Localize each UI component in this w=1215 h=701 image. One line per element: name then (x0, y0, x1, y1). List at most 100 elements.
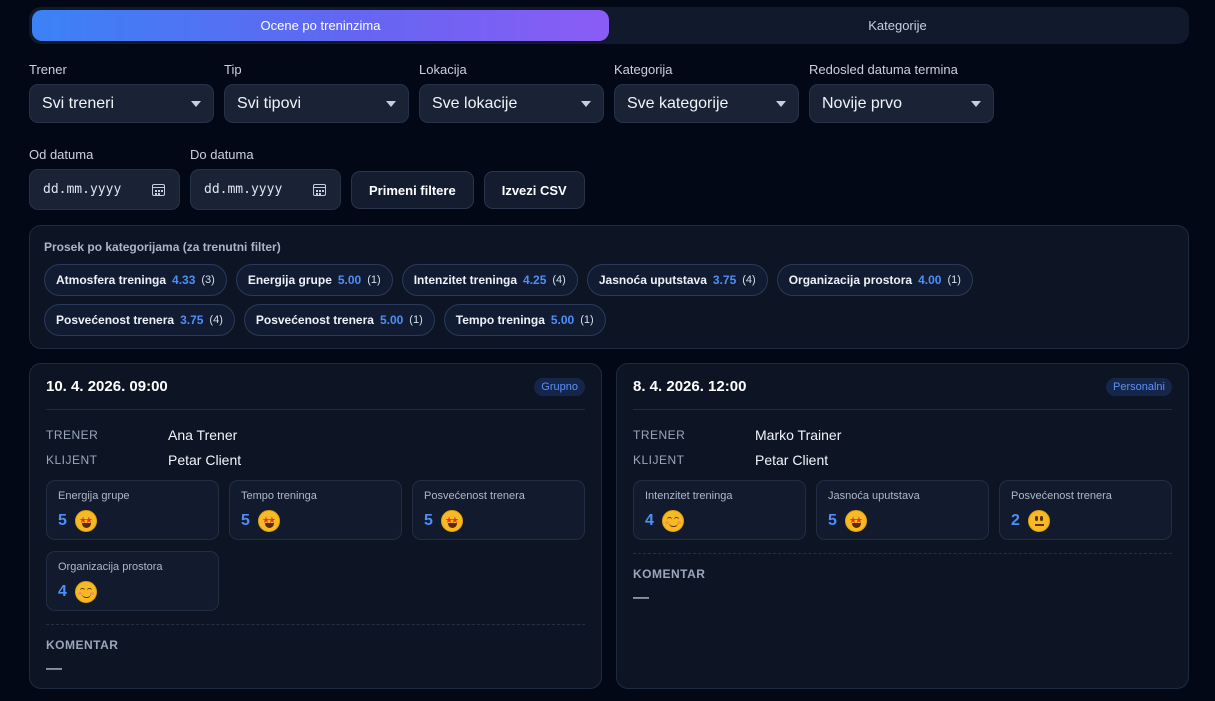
chip-average-score: 5.00 (337, 273, 362, 287)
calendar-icon[interactable] (313, 183, 326, 196)
filter-row: Trener Svi treneri Tip Svi tipovi Lokaci… (29, 62, 994, 123)
divider (633, 553, 1172, 554)
neutral-emoji-icon (1028, 510, 1050, 532)
page: Ocene po treninzima Kategorije Trener Sv… (0, 0, 1215, 701)
chip-rating-count: (4) (742, 274, 756, 286)
rating-score: 4 (58, 583, 67, 600)
divider (46, 624, 585, 625)
rating-category: Posvećenost trenera (424, 490, 525, 502)
rating-score: 2 (1011, 512, 1020, 529)
to-date-input[interactable]: dd.mm.yyyy (190, 169, 341, 210)
session-type-badge: Grupno (534, 377, 585, 396)
comment-text: — (633, 589, 649, 606)
chip-average-score: 4.00 (918, 273, 942, 287)
calendar-icon[interactable] (152, 183, 165, 196)
chip-rating-count: (1) (580, 314, 594, 326)
trainer-row: TRENER Marko Trainer (633, 422, 1172, 447)
location-select[interactable]: Sve lokacije (419, 84, 604, 123)
rating-tile: Organizacija prostora 4 (46, 551, 219, 611)
trainer-name: Marko Trainer (755, 426, 842, 443)
rating-tile: Posvećenost trenera 5 ★ ★ (412, 480, 585, 540)
type-filter-label: Tip (224, 62, 242, 77)
rating-tile: Intenzitet treninga 4 (633, 480, 806, 540)
category-average-chip: Tempo treninga 5.00 (1) (443, 304, 606, 336)
chip-rating-count: (1) (947, 274, 961, 286)
chip-average-score: 3.75 (712, 273, 737, 287)
trainer-row: TRENER Ana Trener (46, 422, 585, 447)
chip-average-score: 4.25 (523, 273, 547, 287)
order-filter: Redosled datuma termina Novije prvo (809, 62, 994, 123)
star-struck-emoji-icon: ★ ★ (75, 510, 97, 532)
from-date-filter: Od datuma dd.mm.yyyy (29, 147, 180, 210)
rating-category: Posvećenost trenera (1011, 490, 1112, 502)
chip-category-name: Atmosfera treninga (56, 273, 167, 287)
to-date-label: Do datuma (190, 147, 254, 162)
rating-list: Energija grupe 5 ★ ★ Tempo treninga 5 ★ ★ … (46, 480, 585, 611)
category-average-chip: Posvećenost trenera 3.75 (4) (44, 304, 235, 336)
category-select[interactable]: Sve kategorije (614, 84, 799, 123)
client-key: KLIJENT (633, 452, 685, 467)
star-struck-emoji-icon: ★ ★ (258, 510, 280, 532)
category-average-chip: Intenzitet treninga 4.25 (4) (401, 264, 578, 296)
type-select[interactable]: Svi tipovi (224, 84, 409, 123)
rating-value: 4 (645, 510, 794, 532)
trainer-filter: Trener Svi treneri (29, 62, 214, 123)
star-struck-emoji-icon: ★ ★ (845, 510, 867, 532)
chevron-down-icon (191, 100, 201, 107)
chevron-down-icon (386, 100, 396, 107)
category-average-chip: Posvećenost trenera 5.00 (1) (243, 304, 435, 336)
client-name: Petar Client (755, 451, 829, 468)
session-card: 10. 4. 2026. 09:00 Grupno TRENER Ana Tre… (29, 363, 602, 689)
star-struck-emoji-icon: ★ ★ (441, 510, 463, 532)
trainer-key: TRENER (633, 427, 686, 442)
session-card: 8. 4. 2026. 12:00 Personalni TRENER Mark… (616, 363, 1189, 689)
rating-value: 5 ★ ★ (241, 510, 390, 532)
from-date-placeholder: dd.mm.yyyy (43, 182, 122, 197)
trainer-select[interactable]: Svi treneri (29, 84, 214, 123)
from-date-input[interactable]: dd.mm.yyyy (29, 169, 180, 210)
chip-rating-count: (4) (552, 274, 566, 286)
order-select[interactable]: Novije prvo (809, 84, 994, 123)
client-row: KLIJENT Petar Client (633, 447, 1172, 472)
session-date: 8. 4. 2026. 12:00 (633, 378, 747, 395)
rating-score: 5 (58, 512, 67, 529)
chip-category-name: Posvećenost trenera (56, 313, 175, 327)
smiling-emoji-icon (662, 510, 684, 532)
chip-category-name: Tempo treninga (455, 313, 545, 327)
export-csv-button[interactable]: Izvezi CSV (483, 171, 585, 209)
rating-value: 4 (58, 581, 207, 603)
chip-rating-count: (4) (209, 314, 223, 326)
rating-score: 5 (424, 512, 433, 529)
location-filter-label: Lokacija (419, 62, 467, 77)
category-average-chip: Energija grupe 5.00 (1) (235, 264, 393, 296)
tab-ocene-po-treninzima[interactable]: Ocene po treninzima (32, 10, 609, 41)
category-averages-title: Prosek po kategorijama (za trenutni filt… (44, 240, 281, 254)
rating-category: Energija grupe (58, 490, 130, 502)
category-filter-label: Kategorija (614, 62, 673, 77)
category-average-chip: Organizacija prostora 4.00 (1) (776, 264, 973, 296)
trainer-filter-label: Trener (29, 62, 67, 77)
rating-tile: Jasnoća uputstava 5 ★ ★ (816, 480, 989, 540)
client-key: KLIJENT (46, 452, 98, 467)
session-meta: TRENER Ana Trener KLIJENT Petar Client (46, 422, 585, 472)
apply-filters-button[interactable]: Primeni filtere (351, 171, 474, 209)
rating-category: Tempo treninga (241, 490, 317, 502)
tab-kategorije[interactable]: Kategorije (609, 10, 1186, 41)
chip-category-name: Energija grupe (247, 273, 332, 287)
rating-value: 5 ★ ★ (828, 510, 977, 532)
rating-category: Jasnoća uputstava (828, 490, 920, 502)
type-select-value: Svi tipovi (237, 94, 302, 112)
to-date-filter: Do datuma dd.mm.yyyy (190, 147, 341, 210)
rating-tile: Tempo treninga 5 ★ ★ (229, 480, 402, 540)
category-select-value: Sve kategorije (627, 94, 729, 112)
chip-category-name: Posvećenost trenera (255, 313, 374, 327)
view-tabs: Ocene po treninzima Kategorije (29, 7, 1189, 44)
chip-category-name: Jasnoća uputstava (598, 273, 707, 287)
trainer-key: TRENER (46, 427, 99, 442)
chip-rating-count: (3) (201, 274, 215, 286)
session-meta: TRENER Marko Trainer KLIJENT Petar Clien… (633, 422, 1172, 472)
chip-average-score: 4.33 (172, 273, 196, 287)
chevron-down-icon (776, 100, 786, 107)
chip-category-name: Organizacija prostora (788, 273, 913, 287)
order-select-value: Novije prvo (822, 94, 903, 112)
